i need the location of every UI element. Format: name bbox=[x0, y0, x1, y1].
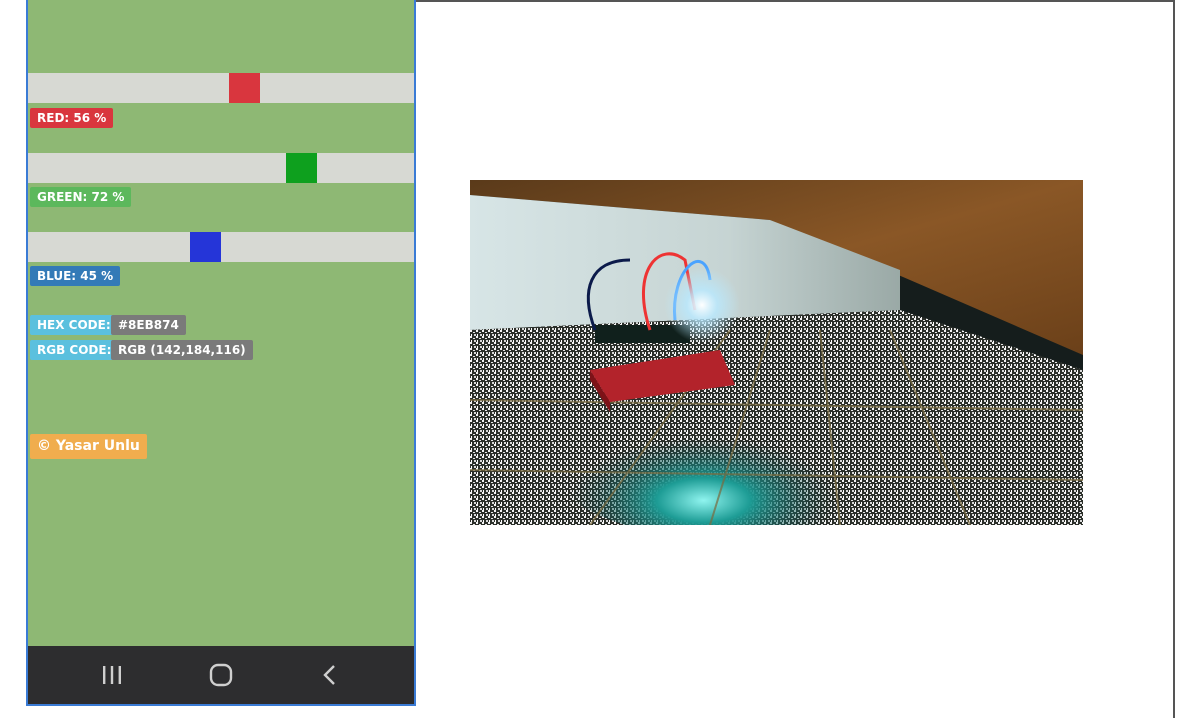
led-breadboard-photo bbox=[470, 180, 1083, 525]
red-slider[interactable] bbox=[28, 73, 414, 103]
home-icon[interactable] bbox=[201, 660, 241, 690]
red-slider-thumb[interactable] bbox=[229, 73, 260, 103]
recent-apps-icon[interactable] bbox=[92, 660, 132, 690]
hex-code-label: HEX CODE: bbox=[30, 315, 118, 335]
hex-code-value: #8EB874 bbox=[111, 315, 186, 335]
blue-slider[interactable] bbox=[28, 232, 414, 262]
green-percent-badge: GREEN: 72 % bbox=[30, 187, 132, 207]
blue-slider-thumb[interactable] bbox=[190, 232, 221, 262]
author-credit: © Yasar Unlu bbox=[30, 434, 147, 459]
rgb-code-value: RGB (142,184,116) bbox=[111, 340, 253, 360]
phone-screen: RED: 56 % GREEN: 72 % BLUE: 45 % HEX COD… bbox=[26, 0, 416, 706]
blue-percent-badge: BLUE: 45 % bbox=[30, 266, 121, 286]
android-nav-bar bbox=[28, 646, 414, 704]
back-icon[interactable] bbox=[310, 660, 350, 690]
red-percent-badge: RED: 56 % bbox=[30, 108, 114, 128]
rgb-code-label: RGB CODE: bbox=[30, 340, 119, 360]
green-slider-thumb[interactable] bbox=[286, 153, 317, 183]
green-slider[interactable] bbox=[28, 153, 414, 183]
